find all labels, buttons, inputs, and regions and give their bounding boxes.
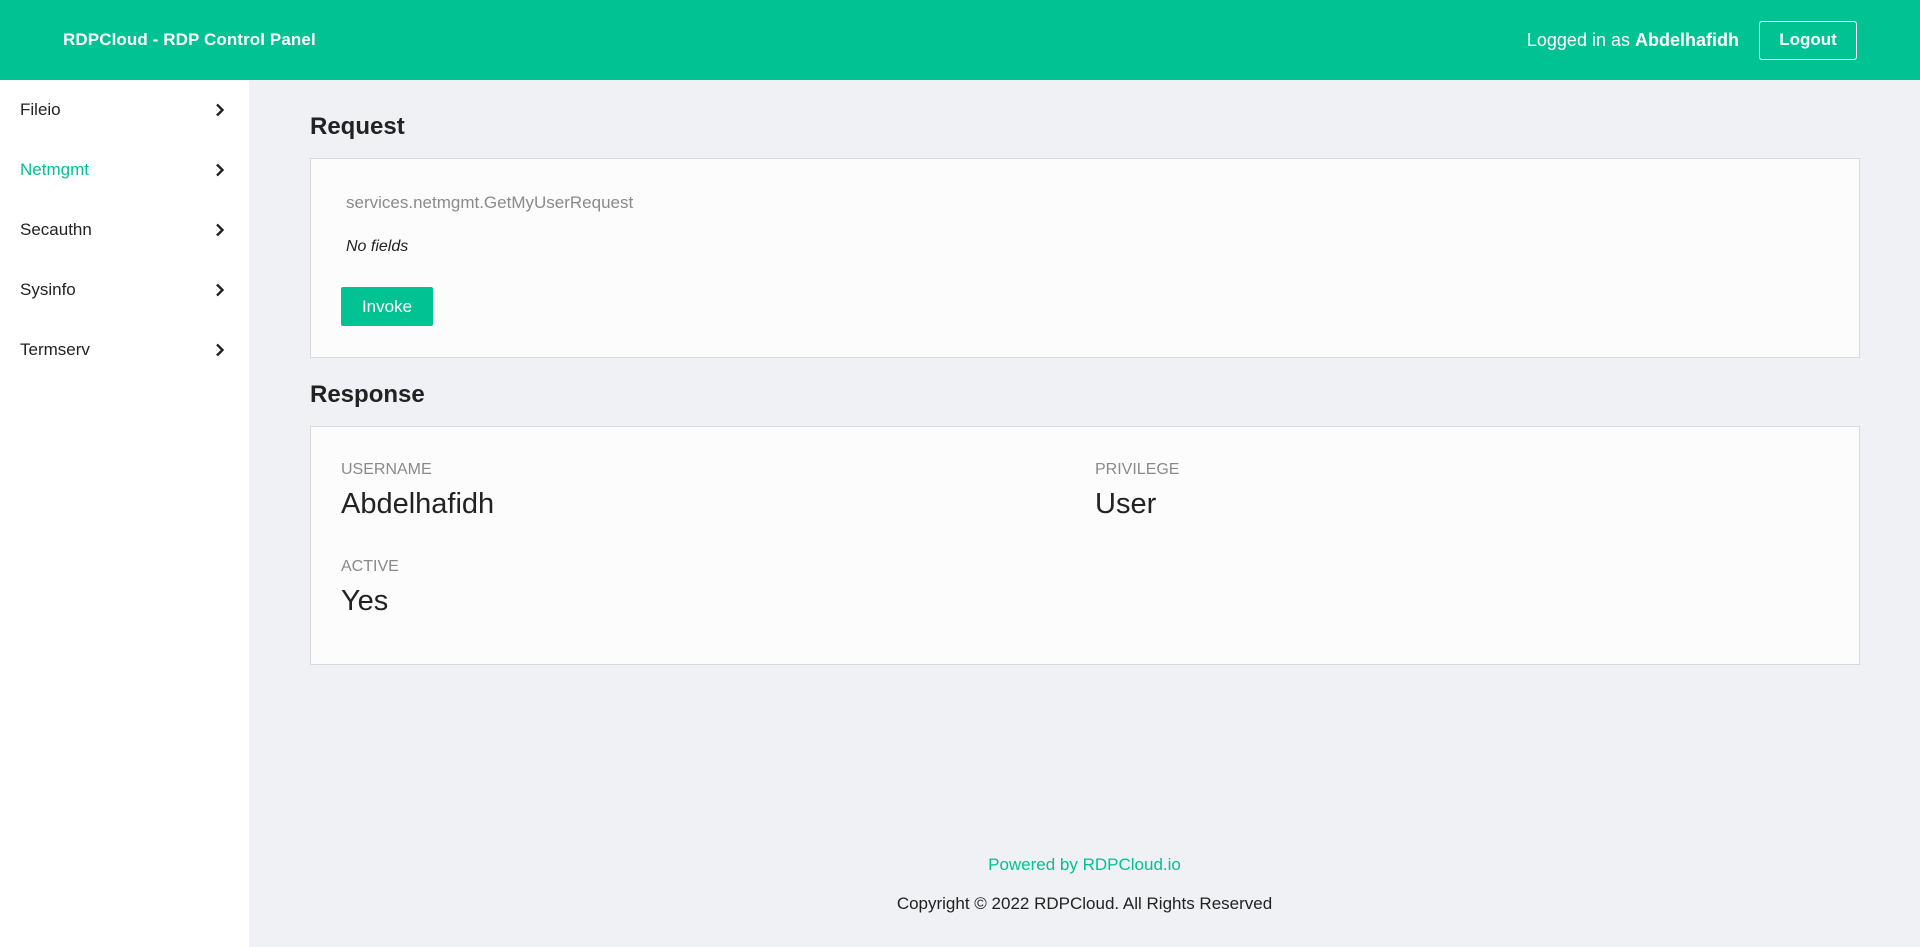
logged-in-username: Abdelhafidh bbox=[1635, 29, 1739, 50]
sidebar-item-label: Termserv bbox=[20, 340, 90, 359]
sidebar-item-label: Netmgmt bbox=[20, 160, 89, 179]
powered-by-link[interactable]: Powered by RDPCloud.io bbox=[249, 855, 1920, 875]
response-field-username: USERNAME Abdelhafidh bbox=[341, 461, 494, 521]
top-bar: RDPCloud - RDP Control Panel Logged in a… bbox=[0, 0, 1920, 80]
sidebar-item-termserv[interactable]: Termserv bbox=[0, 320, 249, 380]
sidebar-item-secauthn[interactable]: Secauthn bbox=[0, 200, 249, 260]
chevron-right-icon bbox=[213, 163, 227, 177]
user-area: Logged in as Abdelhafidh Logout bbox=[1527, 20, 1857, 60]
field-label: ACTIVE bbox=[341, 558, 399, 575]
chevron-right-icon bbox=[213, 283, 227, 297]
response-field-privilege: PRIVILEGE User bbox=[1095, 461, 1179, 521]
request-type-name: services.netmgmt.GetMyUserRequest bbox=[346, 193, 634, 212]
response-field-active: ACTIVE Yes bbox=[341, 558, 399, 618]
main-content: Request services.netmgmt.GetMyUserReques… bbox=[249, 80, 1920, 947]
response-heading: Response bbox=[310, 381, 425, 408]
sidebar-item-fileio[interactable]: Fileio bbox=[0, 80, 249, 140]
sidebar-item-netmgmt[interactable]: Netmgmt bbox=[0, 140, 249, 200]
sidebar-item-label: Secauthn bbox=[20, 220, 92, 239]
sidebar-item-sysinfo[interactable]: Sysinfo bbox=[0, 260, 249, 320]
chevron-right-icon bbox=[213, 343, 227, 357]
request-panel: services.netmgmt.GetMyUserRequest No fie… bbox=[310, 158, 1860, 358]
field-label: PRIVILEGE bbox=[1095, 461, 1180, 478]
invoke-button[interactable]: Invoke bbox=[341, 287, 433, 326]
logged-in-prefix: Logged in as bbox=[1526, 29, 1630, 50]
logged-in-text: Logged in as Abdelhafidh bbox=[1527, 30, 1739, 51]
no-fields-text: No fields bbox=[346, 238, 409, 255]
response-panel: USERNAME Abdelhafidh PRIVILEGE User ACTI… bbox=[310, 426, 1860, 665]
field-value: Abdelhafidh bbox=[341, 488, 495, 520]
sidebar: Fileio Netmgmt Secauthn Sysinfo Termserv bbox=[0, 80, 249, 947]
chevron-right-icon bbox=[213, 223, 227, 237]
copyright-text: Copyright © 2022 RDPCloud. All Rights Re… bbox=[896, 894, 1273, 913]
sidebar-item-label: Fileio bbox=[20, 100, 61, 119]
request-heading: Request bbox=[310, 113, 405, 140]
field-value: User bbox=[1095, 488, 1157, 520]
sidebar-item-label: Sysinfo bbox=[20, 280, 76, 299]
field-value: Yes bbox=[341, 585, 389, 617]
logout-button[interactable]: Logout bbox=[1759, 20, 1857, 60]
field-label: USERNAME bbox=[341, 461, 432, 478]
app-title: RDPCloud - RDP Control Panel bbox=[63, 30, 316, 49]
chevron-right-icon bbox=[213, 103, 227, 117]
